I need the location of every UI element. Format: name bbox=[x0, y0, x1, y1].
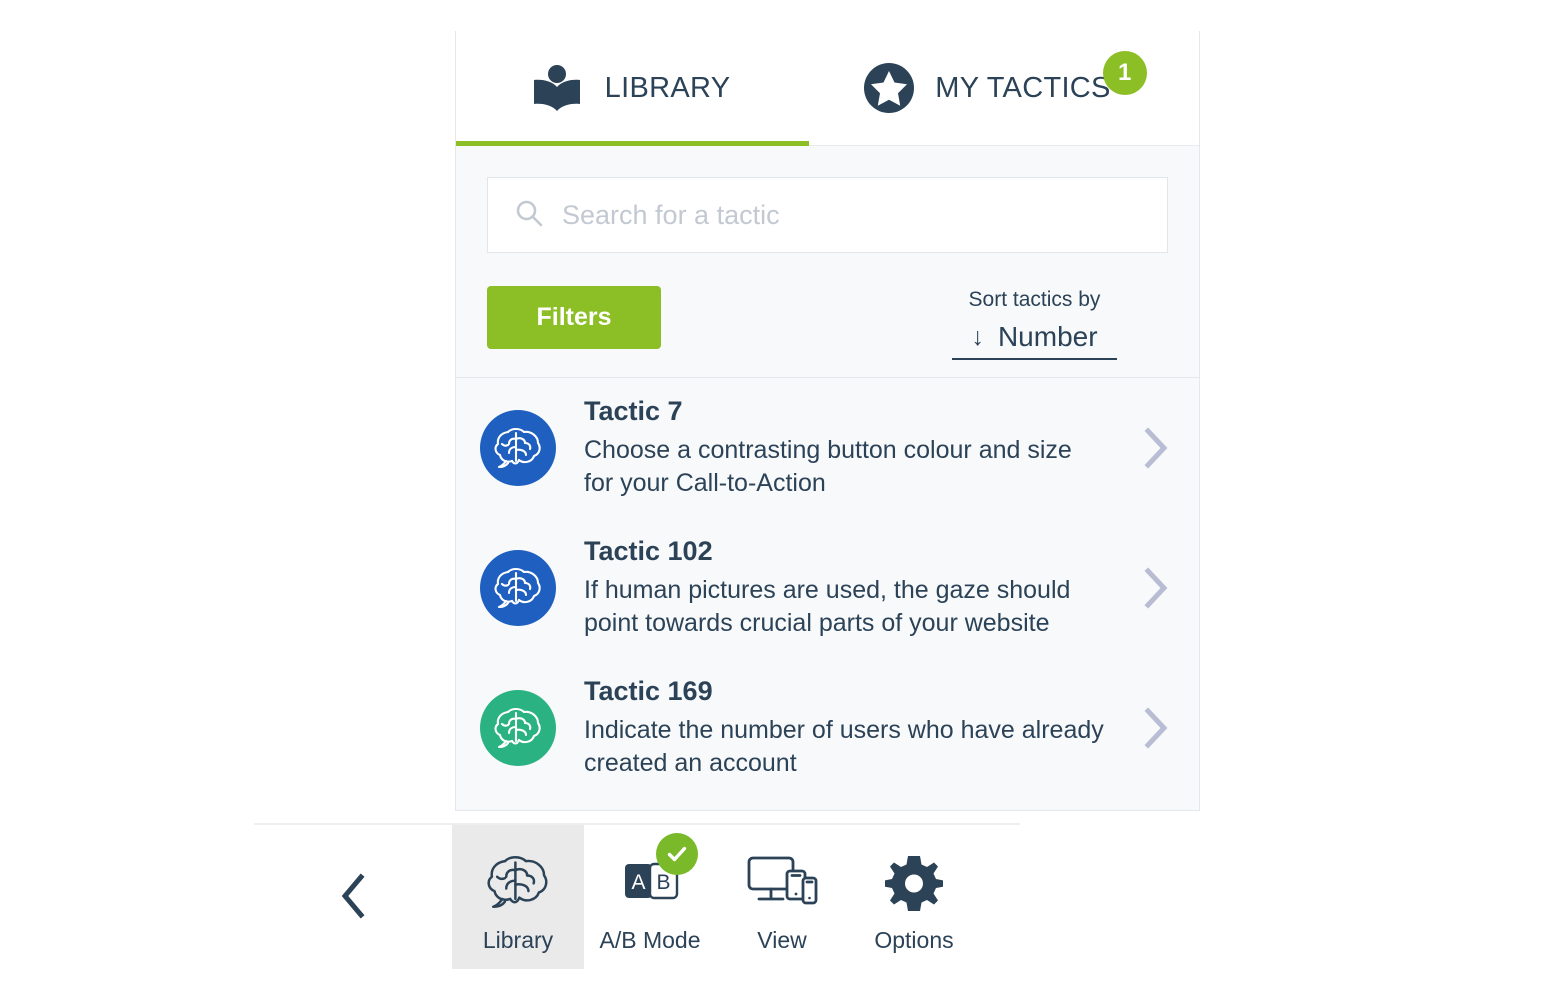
toolbar-item-ab-mode[interactable]: A B A/B Mode bbox=[584, 825, 716, 969]
search-box[interactable] bbox=[487, 177, 1168, 253]
tactic-text: Tactic 7 Choose a contrasting button col… bbox=[584, 396, 1141, 501]
sort-value-button[interactable]: ↓ Number bbox=[952, 321, 1117, 360]
tactic-description: Indicate the number of users who have al… bbox=[584, 715, 1104, 778]
star-circle-icon bbox=[863, 62, 915, 114]
tab-library[interactable]: LIBRARY bbox=[456, 31, 809, 145]
tactics-list: Tactic 7 Choose a contrasting button col… bbox=[456, 378, 1199, 798]
sort-value-label: Number bbox=[997, 321, 1098, 352]
toolbar-item-library-label: Library bbox=[482, 926, 554, 953]
back-button[interactable] bbox=[254, 825, 452, 969]
brain-icon bbox=[480, 690, 556, 766]
tab-bar: LIBRARY MY TACTICS 1 bbox=[456, 31, 1199, 146]
tactic-row[interactable]: Tactic 7 Choose a contrasting button col… bbox=[456, 378, 1199, 518]
chevron-right-icon[interactable] bbox=[1141, 567, 1171, 609]
tactics-panel: LIBRARY MY TACTICS 1 Search for a tactic… bbox=[455, 31, 1200, 811]
search-icon bbox=[514, 198, 544, 233]
filter-zone: Filters Sort tactics by ↓ Number bbox=[456, 146, 1199, 378]
tactic-description: Choose a contrasting button colour and s… bbox=[584, 435, 1072, 498]
toolbar-item-options-label: Options bbox=[874, 926, 954, 953]
my-tactics-badge: 1 bbox=[1102, 51, 1147, 95]
sort-direction-arrow-icon: ↓ bbox=[971, 322, 984, 351]
tactic-title: Tactic 169 bbox=[584, 675, 713, 706]
brain-icon bbox=[484, 847, 552, 917]
active-tab-indicator bbox=[456, 141, 809, 146]
tactic-row[interactable]: Tactic 169 Indicate the number of users … bbox=[456, 658, 1199, 798]
chevron-left-icon bbox=[339, 872, 367, 922]
brain-icon bbox=[480, 410, 556, 486]
tactic-title: Tactic 7 bbox=[584, 395, 683, 426]
filter-controls: Filters Sort tactics by ↓ Number bbox=[487, 286, 1168, 360]
tactic-row[interactable]: Tactic 102 If human pictures are used, t… bbox=[456, 518, 1199, 658]
toolbar-item-options[interactable]: Options bbox=[848, 825, 980, 969]
gear-icon bbox=[885, 847, 943, 917]
toolbar-item-view[interactable]: View bbox=[716, 825, 848, 969]
bottom-toolbar: Library A B A/B Mode View Options bbox=[254, 823, 1020, 969]
svg-text:A: A bbox=[631, 871, 645, 894]
brain-icon bbox=[480, 550, 556, 626]
filters-button[interactable]: Filters bbox=[487, 286, 661, 349]
tactic-text: Tactic 102 If human pictures are used, t… bbox=[584, 536, 1141, 641]
chevron-right-icon[interactable] bbox=[1141, 427, 1171, 469]
tab-library-label: LIBRARY bbox=[604, 71, 731, 104]
toolbar-item-view-label: View bbox=[757, 926, 807, 953]
tab-my-tactics[interactable]: MY TACTICS 1 bbox=[809, 31, 1199, 145]
app-root: LIBRARY MY TACTICS 1 Search for a tactic… bbox=[0, 0, 1560, 1000]
tactic-title: Tactic 102 bbox=[584, 535, 713, 566]
tactic-description: If human pictures are used, the gaze sho… bbox=[584, 575, 1071, 638]
book-reader-icon bbox=[531, 64, 583, 114]
search-input[interactable] bbox=[562, 199, 1141, 231]
toolbar-item-library[interactable]: Library bbox=[452, 825, 584, 969]
sort-control: Sort tactics by ↓ Number bbox=[952, 286, 1168, 360]
toolbar-item-ab-mode-label: A/B Mode bbox=[599, 926, 701, 953]
tab-my-tactics-label: MY TACTICS bbox=[935, 71, 1111, 104]
devices-icon bbox=[745, 847, 819, 917]
tactic-text: Tactic 169 Indicate the number of users … bbox=[584, 676, 1141, 781]
svg-text:B: B bbox=[656, 871, 670, 894]
check-badge-icon bbox=[656, 832, 698, 875]
chevron-right-icon[interactable] bbox=[1141, 707, 1171, 749]
sort-caption: Sort tactics by bbox=[968, 288, 1101, 311]
ab-test-icon: A B bbox=[619, 832, 698, 917]
